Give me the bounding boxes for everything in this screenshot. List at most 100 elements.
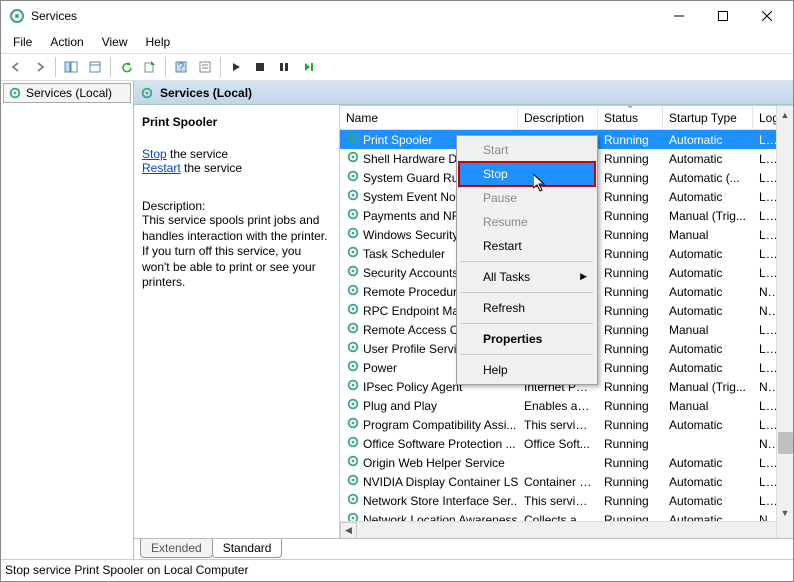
pause-service-button[interactable]: [273, 56, 295, 78]
table-row[interactable]: NVIDIA Display Container LSContainer s..…: [340, 472, 793, 491]
tab-extended[interactable]: Extended: [140, 539, 213, 558]
gear-icon: [8, 86, 22, 100]
cell-startup: Automatic (...: [663, 171, 753, 185]
ctx-refresh[interactable]: Refresh: [459, 296, 595, 320]
scroll-up-icon[interactable]: ▲: [777, 106, 793, 123]
close-button[interactable]: [745, 2, 789, 30]
gear-icon: [346, 492, 360, 509]
show-hide-tree-button[interactable]: [60, 56, 82, 78]
ctx-help[interactable]: Help: [459, 358, 595, 382]
restart-service-button[interactable]: [297, 56, 319, 78]
scroll-down-icon[interactable]: ▼: [777, 504, 793, 521]
separator: [165, 57, 166, 77]
status-bar: Stop service Print Spooler on Local Comp…: [1, 559, 793, 581]
cell-name: Print Spooler: [363, 133, 432, 147]
export-button[interactable]: [84, 56, 106, 78]
cell-description: Enables a c...: [518, 399, 598, 413]
cell-name: System Event Noti: [363, 190, 462, 204]
start-service-button[interactable]: [225, 56, 247, 78]
menu-action[interactable]: Action: [42, 33, 91, 51]
cell-startup: Automatic: [663, 342, 753, 356]
vertical-scrollbar[interactable]: ▲ ▼: [776, 106, 793, 538]
forward-button[interactable]: [29, 56, 51, 78]
cell-name: IPsec Policy Agent: [363, 380, 462, 394]
col-header-status[interactable]: ⌃Status: [598, 106, 663, 129]
gear-icon: [140, 86, 154, 100]
maximize-button[interactable]: [701, 2, 745, 30]
ctx-restart[interactable]: Restart: [459, 234, 595, 258]
stop-service-button[interactable]: [249, 56, 271, 78]
gear-icon: [346, 302, 360, 319]
ctx-start: Start: [459, 138, 595, 162]
col-header-description[interactable]: Description: [518, 106, 598, 129]
table-row[interactable]: Plug and PlayEnables a c...RunningManual…: [340, 396, 793, 415]
refresh-button[interactable]: [115, 56, 137, 78]
cell-name: Payments and NFC: [363, 209, 468, 223]
menu-view[interactable]: View: [94, 33, 136, 51]
service-info-panel: Print Spooler Stop the service Restart t…: [134, 105, 339, 538]
col-header-name[interactable]: Name: [340, 106, 518, 129]
cell-status: Running: [598, 418, 663, 432]
cell-startup: Manual: [663, 399, 753, 413]
table-row[interactable]: Network Location AwarenessCollects an...…: [340, 510, 793, 521]
window-title: Services: [31, 9, 657, 23]
gear-icon: [346, 397, 360, 414]
cell-startup: Manual (Trig...: [663, 209, 753, 223]
export-list-button[interactable]: [139, 56, 161, 78]
table-row[interactable]: Office Software Protection ...Office Sof…: [340, 434, 793, 453]
cell-name: System Guard Run: [363, 171, 465, 185]
table-row[interactable]: Network Store Interface Ser...This servi…: [340, 491, 793, 510]
cell-status: Running: [598, 342, 663, 356]
menubar: File Action View Help: [1, 31, 793, 53]
stop-link[interactable]: Stop: [142, 147, 167, 161]
cell-status: Running: [598, 190, 663, 204]
gear-icon: [346, 264, 360, 281]
scroll-thumb[interactable]: [778, 432, 793, 454]
ctx-stop[interactable]: Stop: [459, 162, 595, 186]
submenu-arrow-icon: ▶: [580, 271, 587, 282]
menu-file[interactable]: File: [5, 33, 40, 51]
table-row[interactable]: Origin Web Helper ServiceRunningAutomati…: [340, 453, 793, 472]
scroll-left-icon[interactable]: ◀: [340, 522, 357, 538]
separator: [461, 354, 593, 355]
cell-status: Running: [598, 304, 663, 318]
restart-service-link-line: Restart the service: [142, 161, 331, 175]
cell-name: Remote Access Co: [363, 323, 465, 337]
cell-status: Running: [598, 494, 663, 508]
help-button[interactable]: ?: [170, 56, 192, 78]
cell-description: Container s...: [518, 475, 598, 489]
cell-name: Security Accounts: [363, 266, 458, 280]
cell-name: Plug and Play: [363, 399, 437, 413]
tab-standard[interactable]: Standard: [212, 539, 283, 558]
ctx-properties[interactable]: Properties: [459, 327, 595, 351]
sort-indicator-icon: ⌃: [626, 105, 634, 115]
restart-link[interactable]: Restart: [142, 161, 181, 175]
gear-icon: [346, 416, 360, 433]
properties-button[interactable]: [194, 56, 216, 78]
cell-status: Running: [598, 133, 663, 147]
cell-status: Running: [598, 456, 663, 470]
ctx-all-tasks[interactable]: All Tasks▶: [459, 265, 595, 289]
gear-icon: [346, 511, 360, 521]
menu-help[interactable]: Help: [138, 33, 179, 51]
horizontal-scrollbar[interactable]: ◀ ▶: [340, 521, 793, 538]
back-button[interactable]: [5, 56, 27, 78]
gear-icon: [346, 207, 360, 224]
cell-name: Remote Procedure: [363, 285, 464, 299]
cell-name: NVIDIA Display Container LS: [363, 475, 518, 489]
minimize-button[interactable]: [657, 2, 701, 30]
content-area: Services (Local) Services (Local) Print …: [1, 81, 793, 559]
gear-icon: [346, 169, 360, 186]
cell-name: Network Location Awareness: [363, 513, 518, 522]
separator: [461, 261, 593, 262]
separator: [461, 292, 593, 293]
nav-services-local[interactable]: Services (Local): [3, 83, 131, 103]
cell-description: Office Soft...: [518, 437, 598, 451]
cell-status: Running: [598, 285, 663, 299]
col-header-startup[interactable]: Startup Type: [663, 106, 753, 129]
navigation-pane: Services (Local): [1, 81, 134, 559]
cell-startup: Automatic: [663, 418, 753, 432]
table-row[interactable]: Program Compatibility Assi...This servic…: [340, 415, 793, 434]
separator: [461, 323, 593, 324]
context-menu: Start Stop Pause Resume Restart All Task…: [456, 135, 598, 385]
